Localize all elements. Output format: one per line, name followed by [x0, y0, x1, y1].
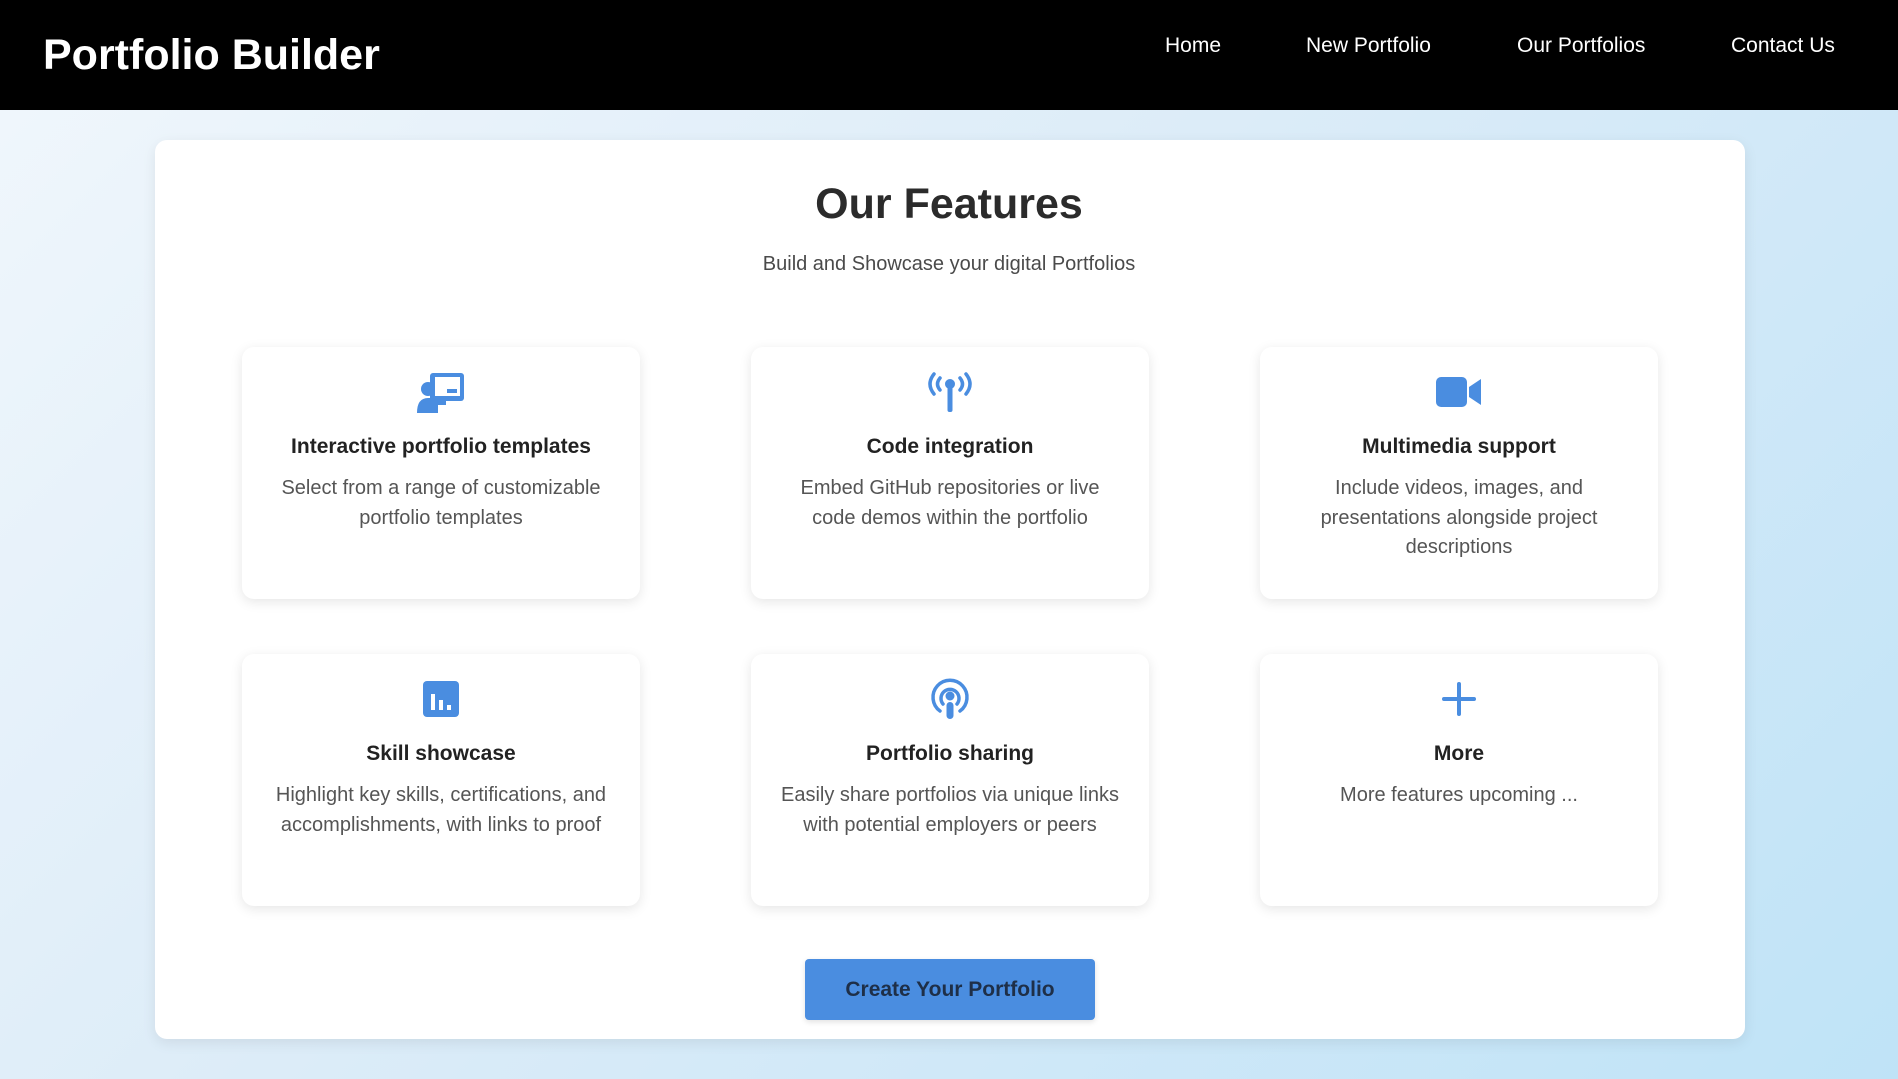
create-portfolio-button[interactable]: Create Your Portfolio — [805, 959, 1095, 1020]
nav-link-new-portfolio[interactable]: New Portfolio — [1306, 32, 1431, 60]
page-title: Our Features — [815, 180, 1083, 228]
presentation-icon — [416, 369, 466, 415]
feature-title: Code integration — [866, 435, 1034, 458]
feature-title: Multimedia support — [1362, 435, 1556, 458]
plus-icon — [1434, 676, 1484, 722]
feature-description: Easily share portfolios via unique links… — [781, 784, 1119, 836]
page-subtitle: Build and Showcase your digital Portfoli… — [762, 253, 1136, 275]
feature-title: Portfolio sharing — [866, 742, 1034, 765]
brand-logo[interactable]: Portfolio Builder — [43, 29, 380, 81]
feature-card-code-integration: Code integration Embed GitHub repositori… — [751, 347, 1149, 599]
feature-description: Select from a range of customizable port… — [281, 477, 601, 529]
podcast-icon — [925, 676, 975, 722]
broadcast-tower-icon — [925, 369, 975, 415]
bar-chart-icon — [416, 676, 466, 722]
nav-link-contact-us[interactable]: Contact Us — [1731, 32, 1835, 60]
feature-card-more: More More features upcoming ... — [1260, 654, 1658, 906]
feature-description: Highlight key skills, certifications, an… — [275, 784, 607, 836]
feature-title: Skill showcase — [366, 742, 516, 765]
feature-title: More — [1433, 742, 1485, 765]
feature-card-skill-showcase: Skill showcase Highlight key skills, cer… — [242, 654, 640, 906]
feature-card-multimedia: Multimedia support Include videos, image… — [1260, 347, 1658, 599]
feature-card-portfolio-sharing: Portfolio sharing Easily share portfolio… — [751, 654, 1149, 906]
feature-description: Embed GitHub repositories or live code d… — [800, 477, 1100, 529]
feature-description: Include videos, images, and presentation… — [1320, 477, 1598, 558]
feature-description: More features upcoming ... — [1340, 784, 1578, 806]
navbar: Portfolio Builder Home New Portfolio Our… — [0, 0, 1898, 110]
feature-card-templates: Interactive portfolio templates Select f… — [242, 347, 640, 599]
feature-title: Interactive portfolio templates — [291, 435, 591, 458]
nav-link-our-portfolios[interactable]: Our Portfolios — [1517, 32, 1645, 60]
video-camera-icon — [1434, 369, 1484, 415]
nav-link-home[interactable]: Home — [1165, 32, 1221, 60]
